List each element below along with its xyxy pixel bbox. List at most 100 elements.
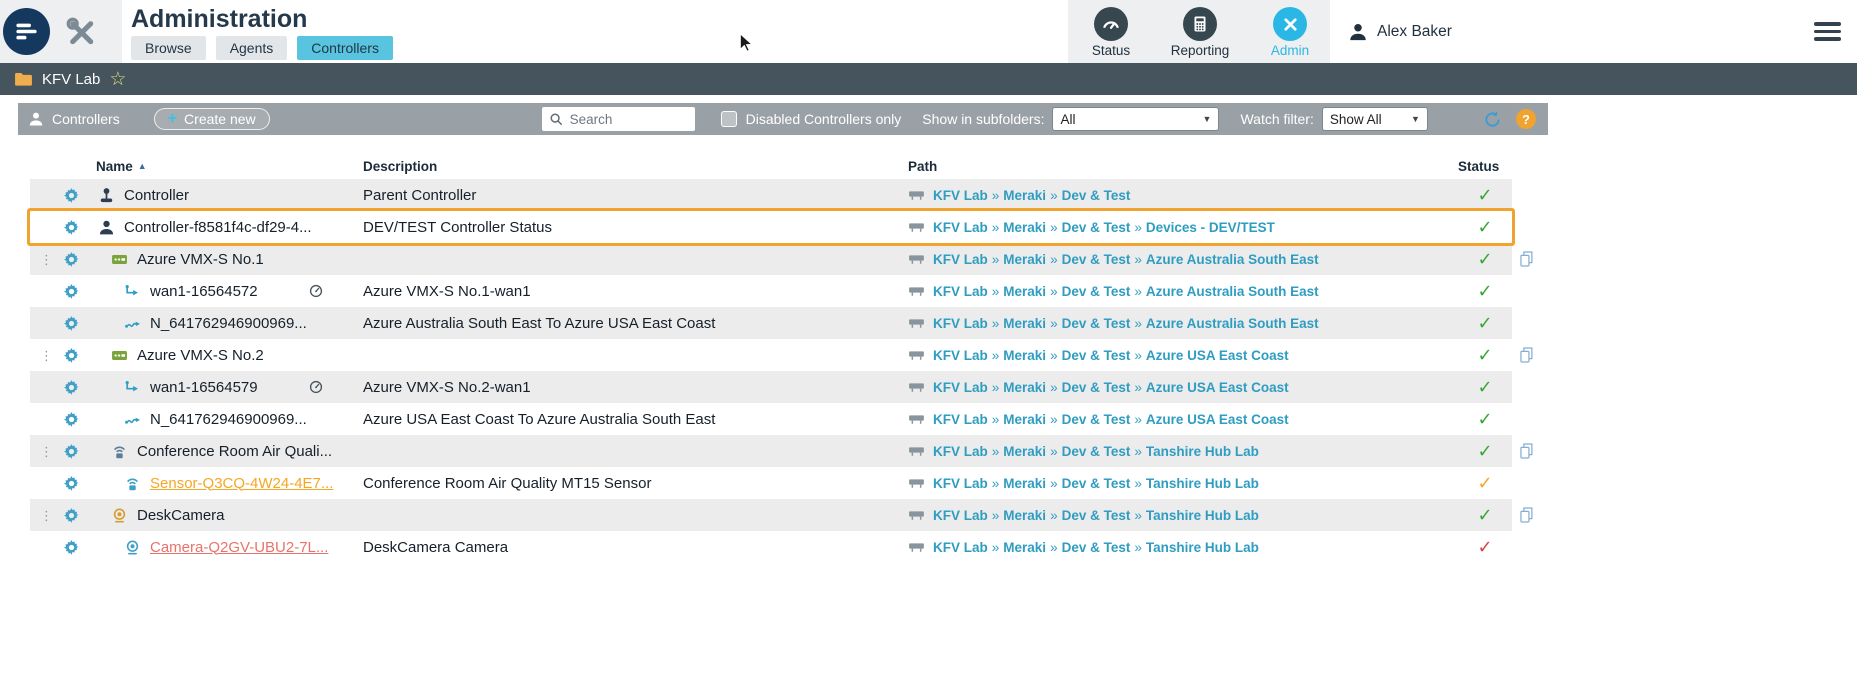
row-name[interactable]: wan1-16564579 [150,379,258,396]
path-crumb-link[interactable]: Tanshire Hub Lab [1146,444,1259,459]
path-crumb-link[interactable]: Meraki [1003,284,1046,299]
tab-browse[interactable]: Browse [131,36,206,60]
path-crumb-link[interactable]: KFV Lab [933,348,988,363]
table-row[interactable]: ⋮ Azure VMX-S No.1 KFV Lab» Meraki» Dev & … [30,243,1533,275]
row-settings-gear-icon[interactable] [63,283,80,300]
path-crumb-link[interactable]: KFV Lab [933,252,988,267]
path-crumb-link[interactable]: Devices - DEV/TEST [1146,220,1275,235]
path-crumb-link[interactable]: Azure USA East Coast [1146,348,1289,363]
path-crumb-link[interactable]: Meraki [1003,476,1046,491]
drag-handle-icon[interactable]: ⋮ [40,348,53,363]
table-row[interactable]: ⋮ N_641762946900969... Azure Australia S… [30,307,1512,339]
watch-filter-select[interactable]: Show All ▼ [1321,107,1428,131]
path-crumb-link[interactable]: Meraki [1003,316,1046,331]
path-crumb-link[interactable]: Azure Australia South East [1146,284,1319,299]
path-crumb-link[interactable]: Dev & Test [1062,348,1131,363]
breadcrumb-location[interactable]: KFV Lab [42,71,100,88]
row-settings-gear-icon[interactable] [63,315,80,332]
status-button[interactable]: Status [1073,7,1149,58]
app-logo[interactable] [3,8,50,55]
table-row[interactable]: ⋮ Camera-Q2GV-UBU2-7L... DeskCamera Came… [30,531,1512,563]
disabled-controllers-label[interactable]: Disabled Controllers only [746,111,902,127]
path-crumb-link[interactable]: KFV Lab [933,476,988,491]
user-menu[interactable]: Alex Baker [1348,22,1452,42]
path-crumb-link[interactable]: Azure USA East Coast [1146,380,1289,395]
copy-icon[interactable] [1520,507,1533,523]
row-settings-gear-icon[interactable] [63,539,80,556]
row-name[interactable]: Azure VMX-S No.2 [137,347,264,364]
row-settings-gear-icon[interactable] [63,411,80,428]
column-header-name[interactable]: Name [96,159,133,174]
path-crumb-link[interactable]: KFV Lab [933,412,988,427]
row-name[interactable]: Controller [124,187,189,204]
reporting-button[interactable]: Reporting [1162,7,1238,58]
favorite-star-icon[interactable]: ☆ [109,70,126,89]
path-crumb-link[interactable]: KFV Lab [933,284,988,299]
row-settings-gear-icon[interactable] [63,379,80,396]
table-row[interactable]: ⋮ wan1-16564572 Azure VMX-S No.1-wan1 KF… [30,275,1512,307]
create-new-button[interactable]: + Create new [153,108,270,130]
path-crumb-link[interactable]: Azure Australia South East [1146,316,1319,331]
subfolders-select[interactable]: All ▼ [1052,107,1220,131]
path-crumb-link[interactable]: Dev & Test [1062,188,1131,203]
column-header-status[interactable]: Status [1458,159,1512,174]
path-crumb-link[interactable]: KFV Lab [933,188,988,203]
table-row[interactable]: ⋮ Azure VMX-S No.2 KFV Lab» Meraki» Dev & … [30,339,1533,371]
path-crumb-link[interactable]: KFV Lab [933,508,988,523]
copy-icon[interactable] [1520,443,1533,459]
row-name[interactable]: wan1-16564572 [150,283,258,300]
path-crumb-link[interactable]: Dev & Test [1062,220,1131,235]
path-crumb-link[interactable]: Meraki [1003,412,1046,427]
table-row[interactable]: ⋮ DeskCamera KFV Lab» Meraki» Dev & Test» T… [30,499,1533,531]
table-row[interactable]: ⋮ Controller-f8581f4c-df29-4... DEV/TEST… [30,211,1512,243]
copy-icon[interactable] [1520,251,1533,267]
row-settings-gear-icon[interactable] [63,251,80,268]
row-name[interactable]: Controller-f8581f4c-df29-4... [124,219,312,236]
disabled-controllers-checkbox[interactable] [720,111,737,127]
table-row[interactable]: ⋮ Controller Parent Controller KFV Lab»M… [30,179,1512,211]
refresh-button[interactable] [1483,110,1502,129]
admin-button[interactable]: Admin [1252,7,1328,58]
row-name[interactable]: N_641762946900969... [150,315,307,332]
path-crumb-link[interactable]: Meraki [1003,188,1046,203]
copy-icon[interactable] [1520,347,1533,363]
path-crumb-link[interactable]: Dev & Test [1062,412,1131,427]
row-settings-gear-icon[interactable] [63,443,80,460]
row-name[interactable]: Sensor-Q3CQ-4W24-4E7... [150,475,333,492]
path-crumb-link[interactable]: Azure USA East Coast [1146,412,1289,427]
path-crumb-link[interactable]: Dev & Test [1062,252,1131,267]
row-name[interactable]: Camera-Q2GV-UBU2-7L... [150,539,328,556]
column-header-description[interactable]: Description [363,159,908,174]
help-button[interactable]: ? [1516,109,1536,129]
path-crumb-link[interactable]: Tanshire Hub Lab [1146,476,1259,491]
path-crumb-link[interactable]: Tanshire Hub Lab [1146,540,1259,555]
path-crumb-link[interactable]: Meraki [1003,252,1046,267]
row-settings-gear-icon[interactable] [63,187,80,204]
table-row[interactable]: ⋮ N_641762946900969... Azure USA East Co… [30,403,1512,435]
row-settings-gear-icon[interactable] [63,347,80,364]
path-crumb-link[interactable]: Dev & Test [1062,444,1131,459]
row-settings-gear-icon[interactable] [63,475,80,492]
tab-controllers[interactable]: Controllers [297,36,393,60]
path-crumb-link[interactable]: Tanshire Hub Lab [1146,508,1259,523]
path-crumb-link[interactable]: KFV Lab [933,540,988,555]
tab-agents[interactable]: Agents [215,36,288,60]
drag-handle-icon[interactable]: ⋮ [40,252,53,267]
path-crumb-link[interactable]: KFV Lab [933,220,988,235]
column-header-path[interactable]: Path [908,159,1458,174]
row-name[interactable]: Azure VMX-S No.1 [137,251,264,268]
path-crumb-link[interactable]: KFV Lab [933,380,988,395]
path-crumb-link[interactable]: Dev & Test [1062,508,1131,523]
path-crumb-link[interactable]: KFV Lab [933,444,988,459]
path-crumb-link[interactable]: Meraki [1003,348,1046,363]
hamburger-menu-icon[interactable] [1814,22,1841,41]
path-crumb-link[interactable]: Azure Australia South East [1146,252,1319,267]
row-settings-gear-icon[interactable] [63,507,80,524]
path-crumb-link[interactable]: KFV Lab [933,316,988,331]
path-crumb-link[interactable]: Dev & Test [1062,540,1131,555]
table-row[interactable]: ⋮ wan1-16564579 Azure VMX-S No.2-wan1 KF… [30,371,1512,403]
table-row[interactable]: ⋮ Conference Room Air Quali... KFV Lab» M… [30,435,1533,467]
path-crumb-link[interactable]: Meraki [1003,444,1046,459]
table-row[interactable]: ⋮ Sensor-Q3CQ-4W24-4E7... Conference Roo… [30,467,1512,499]
drag-handle-icon[interactable]: ⋮ [40,444,53,459]
